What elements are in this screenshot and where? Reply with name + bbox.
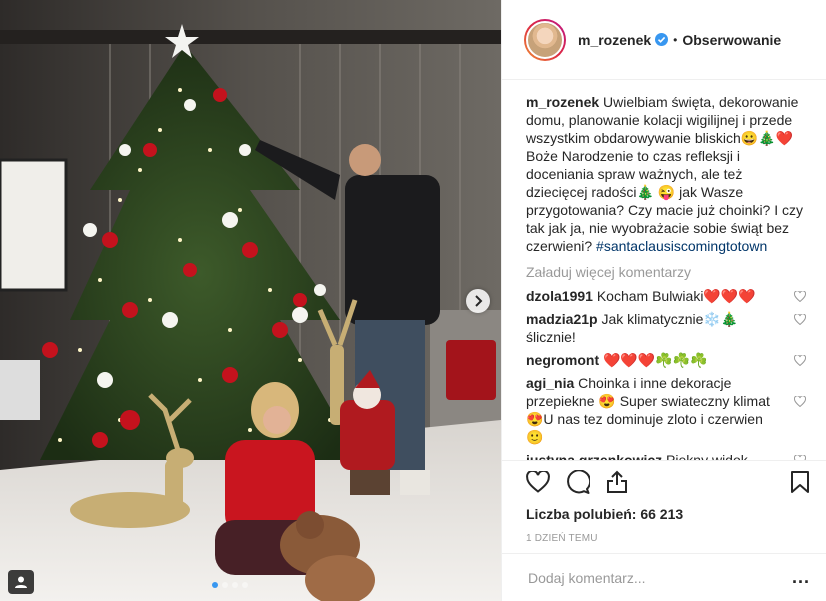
username-link[interactable]: m_rozenek xyxy=(578,32,651,48)
comment-username[interactable]: justyna.grzenkowicz xyxy=(526,452,662,460)
share-icon xyxy=(607,470,627,493)
tagged-users-button[interactable] xyxy=(8,570,34,594)
carousel-dot xyxy=(222,582,228,588)
comment-username[interactable]: negromont xyxy=(526,352,599,368)
chevron-right-icon xyxy=(475,295,483,307)
save-button[interactable] xyxy=(790,470,810,494)
caption-username[interactable]: m_rozenek xyxy=(526,94,599,110)
post-header: m_rozenek • Obserwowanie xyxy=(502,0,826,80)
carousel-dot-active xyxy=(212,582,218,588)
avatar[interactable] xyxy=(524,18,566,61)
likes-count[interactable]: Liczba polubień: 66 213 xyxy=(526,506,802,522)
share-button[interactable] xyxy=(606,470,628,494)
christmas-tree-photo xyxy=(0,0,501,601)
comment-text: ❤️❤️❤️☘️☘️☘️ xyxy=(603,352,708,368)
avatar-image xyxy=(526,20,564,59)
carousel-dot xyxy=(232,582,238,588)
more-options-button[interactable]: ... xyxy=(792,567,810,588)
hashtag-link[interactable]: #santaclausiscomingtotown xyxy=(596,238,767,254)
post-side-panel: m_rozenek • Obserwowanie m_rozenek Uwiel… xyxy=(501,0,826,601)
comment-text: Piękny widok. xyxy=(666,452,752,460)
instagram-post: m_rozenek • Obserwowanie m_rozenek Uwiel… xyxy=(0,0,826,601)
post-actions: Liczba polubień: 66 213 1 dzień temu xyxy=(502,460,826,544)
comment-like-heart-icon[interactable] xyxy=(794,291,806,302)
post-photo[interactable] xyxy=(0,0,501,601)
post-timestamp[interactable]: 1 dzień temu xyxy=(526,533,802,544)
carousel-dots xyxy=(212,582,248,588)
comment-item: madzia21p Jak klimatycznie❄️🎄ślicznie! xyxy=(526,310,806,346)
comment-username[interactable]: madzia21p xyxy=(526,311,598,327)
comment-item: agi_nia Choinka i inne dekoracje przepie… xyxy=(526,374,806,446)
like-button[interactable] xyxy=(526,471,550,493)
user-tag-icon xyxy=(15,576,27,588)
comment-username[interactable]: dzola1991 xyxy=(526,288,593,304)
comment-text: Kocham Bulwiaki❤️❤️❤️ xyxy=(596,288,756,304)
heart-icon xyxy=(526,471,550,493)
post-caption: m_rozenek Uwielbiam święta, dekorowanie … xyxy=(526,93,806,255)
next-photo-button[interactable] xyxy=(466,289,490,313)
comment-like-heart-icon[interactable] xyxy=(794,314,806,325)
following-button[interactable]: Obserwowanie xyxy=(682,32,781,48)
comment-item: justyna.grzenkowicz Piękny widok. xyxy=(526,451,806,460)
caption-text: Uwielbiam święta, dekorowanie domu, plan… xyxy=(526,94,804,254)
comment-username[interactable]: agi_nia xyxy=(526,375,574,391)
load-more-comments-link[interactable]: Załaduj więcej komentarzy xyxy=(526,263,806,281)
comment-like-heart-icon[interactable] xyxy=(794,396,806,407)
comments-section[interactable]: m_rozenek Uwielbiam święta, dekorowanie … xyxy=(502,80,826,460)
carousel-dot xyxy=(242,582,248,588)
comment-input[interactable] xyxy=(526,568,792,587)
separator-dot: • xyxy=(673,32,678,47)
comment-like-heart-icon[interactable] xyxy=(794,355,806,366)
comment-item: negromont ❤️❤️❤️☘️☘️☘️ xyxy=(526,351,806,369)
verified-badge-icon xyxy=(655,33,669,46)
bookmark-icon xyxy=(791,471,809,493)
comment-button[interactable] xyxy=(566,470,590,494)
comment-bubble-icon xyxy=(567,470,590,494)
comment-item: dzola1991 Kocham Bulwiaki❤️❤️❤️ xyxy=(526,287,806,305)
action-icons-row xyxy=(526,461,809,503)
add-comment-bar: ... xyxy=(502,553,826,601)
